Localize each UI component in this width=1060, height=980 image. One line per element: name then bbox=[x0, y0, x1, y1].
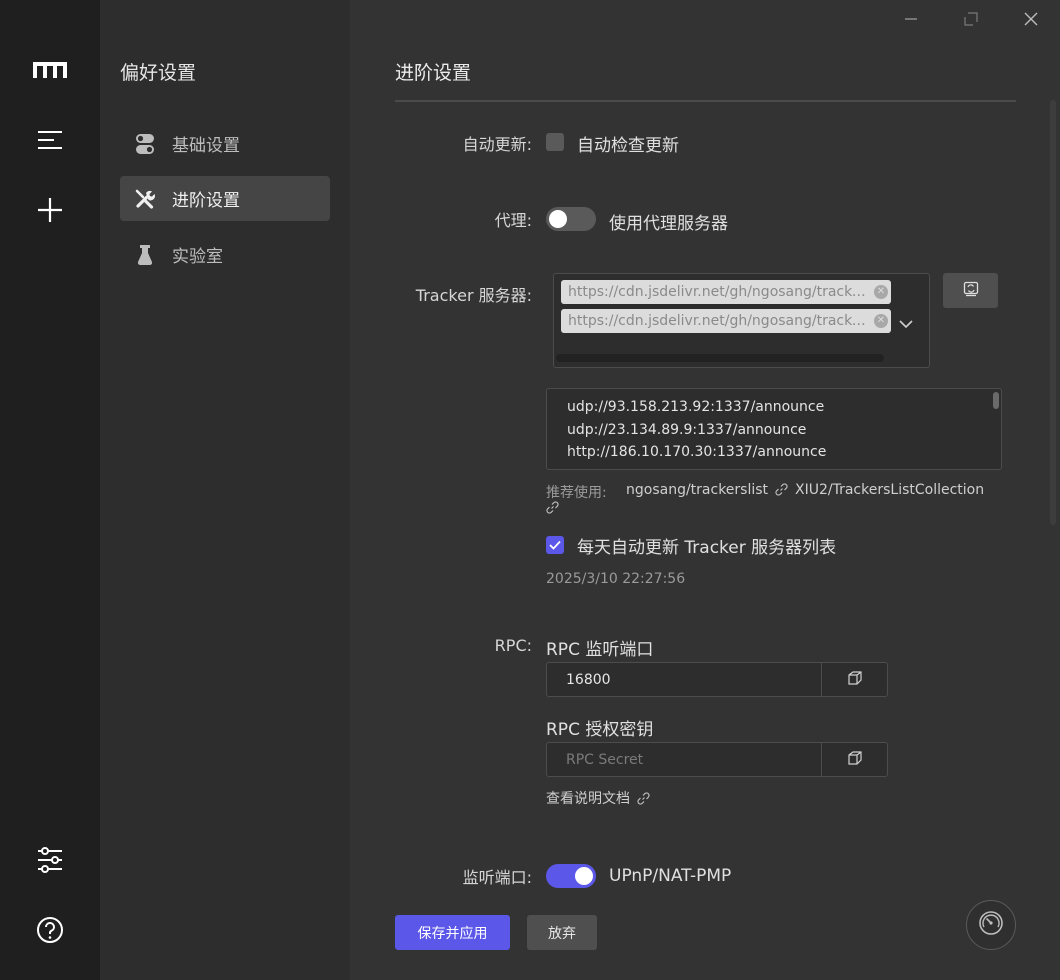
nav-item-basic[interactable]: 基础设置 bbox=[120, 121, 330, 166]
auto-update-checkbox-label: 自动检查更新 bbox=[577, 136, 679, 156]
dice-icon bbox=[847, 750, 863, 770]
tag-text: https://cdn.jsdelivr.net/gh/ngosang/trac… bbox=[568, 313, 870, 329]
sync-tracker-button[interactable] bbox=[943, 273, 998, 308]
auto-update-label: 自动更新: bbox=[462, 135, 532, 154]
lab-flask-icon bbox=[135, 244, 155, 265]
chevron-down-icon[interactable] bbox=[899, 314, 913, 333]
nav-item-label: 基础设置 bbox=[172, 136, 240, 156]
proxy-toggle[interactable] bbox=[546, 207, 596, 231]
page-title: 进阶设置 bbox=[395, 62, 472, 84]
discard-button[interactable]: 放弃 bbox=[527, 915, 597, 950]
rpc-label: RPC: bbox=[494, 636, 532, 655]
tracker-source-tag: https://cdn.jsdelivr.net/gh/ngosang/trac… bbox=[561, 280, 891, 304]
tag-text: https://cdn.jsdelivr.net/gh/ngosang/trac… bbox=[568, 284, 870, 300]
tag-remove-icon[interactable]: ✕ bbox=[874, 285, 888, 299]
add-task-icon[interactable] bbox=[30, 190, 70, 230]
nav-item-lab[interactable]: 实验室 bbox=[120, 232, 330, 277]
listen-port-label: 监听端口: bbox=[462, 868, 532, 887]
upnp-toggle[interactable] bbox=[546, 864, 596, 888]
daily-update-checkbox[interactable] bbox=[546, 536, 564, 554]
toggle-knob bbox=[549, 210, 567, 228]
link-icon bbox=[637, 792, 650, 809]
proxy-label: 代理: bbox=[494, 211, 532, 230]
horizontal-scrollbar[interactable] bbox=[556, 354, 884, 362]
tracker-label: Tracker 服务器: bbox=[415, 286, 532, 305]
toggle-knob bbox=[575, 867, 593, 885]
random-port-button[interactable] bbox=[821, 663, 887, 696]
tag-remove-icon[interactable]: ✕ bbox=[874, 314, 888, 328]
last-update-time: 2025/3/10 22:27:56 bbox=[546, 571, 686, 587]
nav-item-label: 实验室 bbox=[172, 247, 223, 267]
preferences-sliders-icon[interactable] bbox=[30, 840, 70, 880]
rpc-secret-label: RPC 授权密钥 bbox=[546, 720, 654, 740]
rpc-secret-field bbox=[546, 742, 888, 777]
tracker-source-select[interactable]: https://cdn.jsdelivr.net/gh/ngosang/trac… bbox=[553, 273, 930, 368]
minimize-icon[interactable] bbox=[898, 6, 924, 32]
app-rail bbox=[0, 0, 100, 980]
tracker-source-tag: https://cdn.jsdelivr.net/gh/ngosang/trac… bbox=[561, 309, 891, 333]
tracker-line: udp://93.158.213.92:1337/announce bbox=[567, 399, 825, 415]
proxy-toggle-label: 使用代理服务器 bbox=[609, 214, 728, 234]
save-apply-button[interactable]: 保存并应用 bbox=[395, 915, 510, 950]
title-divider bbox=[395, 100, 1016, 102]
recommend-link-xiu2[interactable]: XIU2/TrackersListCollection bbox=[795, 482, 984, 498]
rpc-docs-link[interactable]: 查看说明文档 bbox=[546, 788, 650, 809]
preferences-nav: 偏好设置 基础设置 进阶设置 实验室 bbox=[100, 0, 350, 980]
random-secret-button[interactable] bbox=[821, 743, 887, 776]
nav-item-label: 进阶设置 bbox=[172, 191, 240, 211]
settings-panel: 进阶设置 自动更新: 自动检查更新 代理: 使用代理服务器 Tracker 服务… bbox=[350, 0, 1060, 980]
speedometer-icon bbox=[978, 910, 1004, 940]
nav-item-advanced[interactable]: 进阶设置 bbox=[120, 176, 330, 221]
rpc-port-label: RPC 监听端口 bbox=[546, 640, 654, 660]
rpc-port-input[interactable] bbox=[547, 663, 821, 696]
task-list-icon[interactable] bbox=[30, 120, 70, 160]
dice-icon bbox=[847, 670, 863, 690]
upnp-toggle-label: UPnP/NAT-PMP bbox=[609, 866, 732, 886]
rpc-port-field bbox=[546, 662, 888, 697]
tools-icon bbox=[135, 189, 155, 209]
tracker-list-textarea[interactable]: udp://93.158.213.92:1337/announce udp://… bbox=[546, 388, 1002, 470]
link-icon bbox=[775, 483, 789, 500]
nav-title: 偏好设置 bbox=[120, 62, 197, 84]
close-icon[interactable] bbox=[1018, 6, 1044, 32]
link-icon[interactable] bbox=[546, 499, 559, 518]
vertical-scrollbar[interactable] bbox=[1050, 100, 1056, 525]
app-logo-icon[interactable] bbox=[30, 50, 70, 90]
toggles-icon bbox=[135, 133, 155, 154]
help-icon[interactable] bbox=[30, 910, 70, 950]
link-text: ngosang/trackerslist bbox=[626, 482, 769, 498]
link-text: 查看说明文档 bbox=[546, 791, 630, 807]
auto-update-checkbox[interactable] bbox=[546, 133, 564, 151]
rpc-secret-input[interactable] bbox=[547, 743, 821, 776]
recommend-link-ngosang[interactable]: ngosang/trackerslist bbox=[626, 482, 789, 500]
check-icon bbox=[549, 540, 561, 550]
link-text: XIU2/TrackersListCollection bbox=[795, 482, 985, 498]
tracker-line: udp://23.134.89.9:1337/announce bbox=[567, 421, 807, 438]
sync-icon bbox=[963, 281, 979, 301]
restore-icon[interactable] bbox=[958, 6, 984, 32]
tracker-line: http://186.10.170.30:1337/announce bbox=[567, 444, 827, 460]
textarea-scrollbar[interactable] bbox=[993, 392, 999, 409]
daily-update-label: 每天自动更新 Tracker 服务器列表 bbox=[577, 538, 837, 558]
speedometer-button[interactable] bbox=[966, 900, 1016, 950]
